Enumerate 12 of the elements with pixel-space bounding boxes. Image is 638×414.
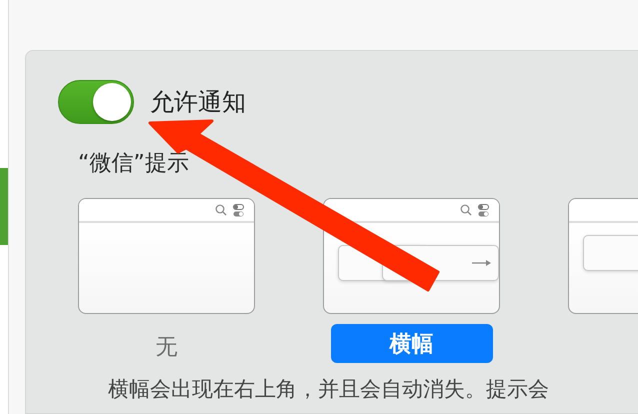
toggle-switch[interactable] [58, 80, 134, 124]
style-option[interactable]: 横幅 [330, 324, 492, 363]
description-text: 横幅会出现在右上角，并且会自动消失。提示会 [108, 376, 550, 403]
arrow-icon [472, 259, 492, 267]
style-preview-card[interactable] [78, 198, 255, 314]
style-option[interactable]: 无 [156, 332, 178, 362]
search-icon [215, 204, 227, 216]
toggle-label: 允许通知 [150, 87, 246, 118]
section-heading: “微信”提示 [78, 150, 190, 178]
search-icon [460, 204, 472, 216]
switches-icon [233, 204, 244, 216]
switches-icon [478, 204, 489, 216]
